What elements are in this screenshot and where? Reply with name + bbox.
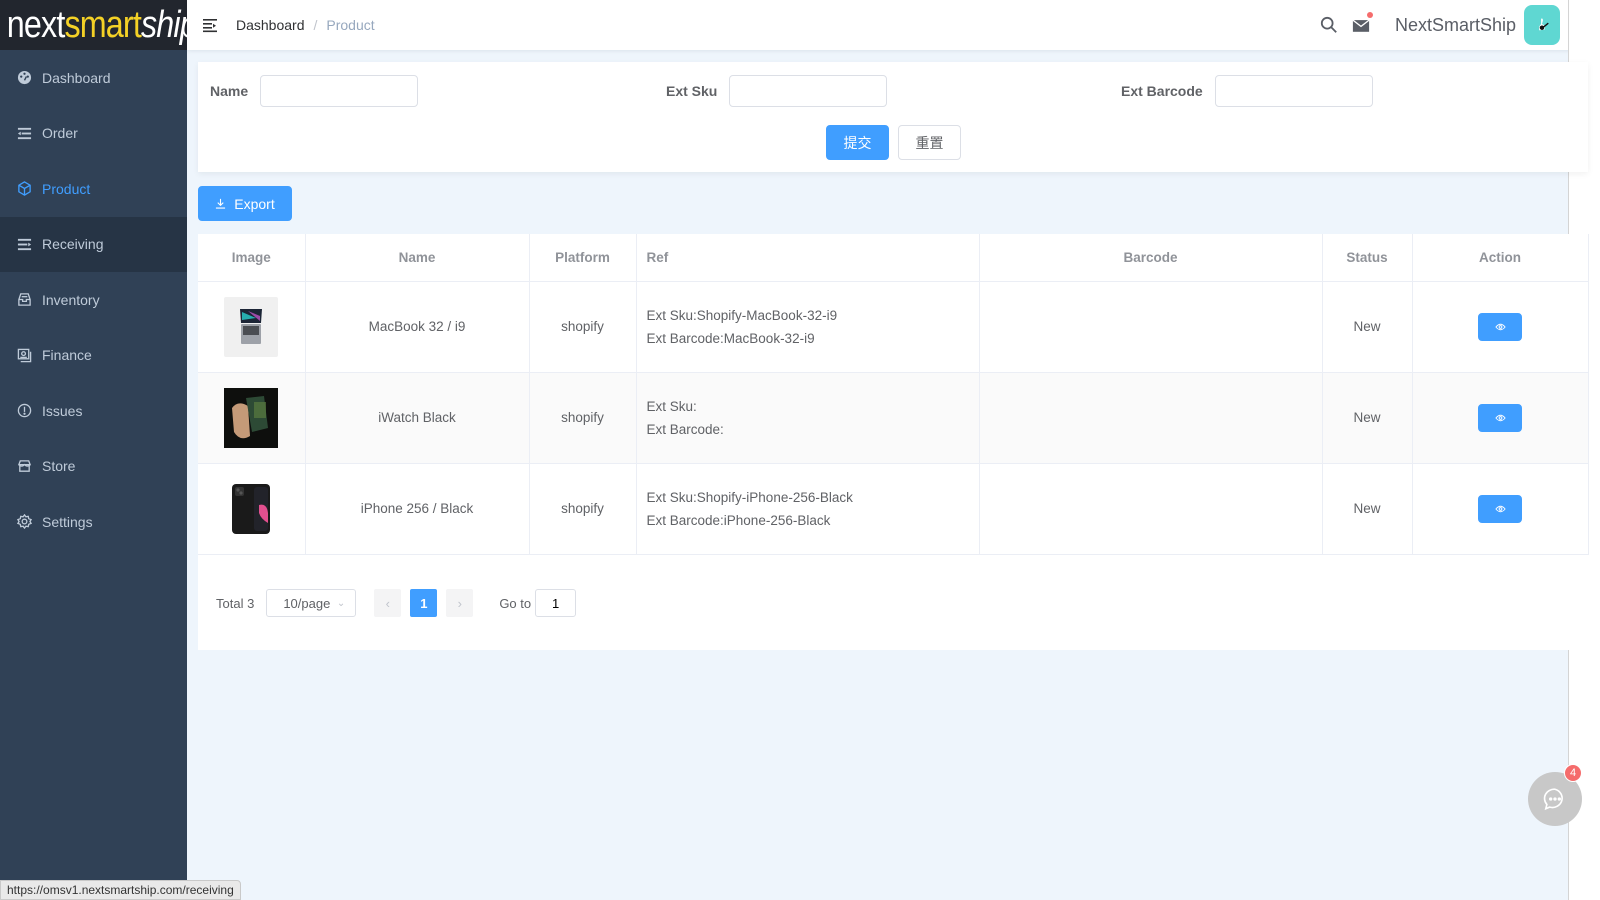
username[interactable]: NextSmartShip (1395, 15, 1516, 36)
table-row: iPhone 256 / Black shopify Ext Sku:Shopi… (198, 463, 1588, 554)
column-header-platform: Platform (529, 234, 636, 281)
column-header-action: Action (1412, 234, 1588, 281)
next-page-button[interactable]: › (446, 589, 473, 617)
sidebar-item-finance[interactable]: Finance (0, 328, 187, 384)
product-name: iPhone 256 / Black (305, 463, 529, 554)
chevron-down-icon: ⌄ (337, 598, 345, 609)
table-row: iWatch Black shopify Ext Sku: Ext Barcod… (198, 372, 1588, 463)
ext-barcode-field: Ext Barcode (1121, 75, 1373, 107)
notification-dot (1367, 12, 1373, 18)
view-button[interactable] (1478, 404, 1522, 432)
column-header-barcode: Barcode (979, 234, 1322, 281)
chat-bubble-icon (1542, 786, 1568, 812)
prev-page-button[interactable]: ‹ (374, 589, 401, 617)
sidebar-item-inventory[interactable]: Inventory (0, 272, 187, 328)
inventory-icon (16, 292, 32, 308)
link-status-bar: https://omsv1.nextsmartship.com/receivin… (0, 880, 241, 900)
product-table-card: Image Name Platform Ref Barcode Status A… (198, 234, 1588, 650)
order-icon (16, 125, 32, 141)
product-barcode (979, 372, 1322, 463)
download-icon (215, 198, 226, 209)
ext-barcode-input[interactable] (1215, 75, 1373, 107)
view-button[interactable] (1478, 313, 1522, 341)
receiving-icon (16, 236, 32, 252)
navbar-right: NextSmartShip (1319, 0, 1560, 50)
reset-button[interactable]: 重置 (898, 125, 961, 160)
product-barcode (979, 281, 1322, 372)
name-field: Name (210, 75, 418, 107)
column-header-status: Status (1322, 234, 1412, 281)
product-status: New (1322, 281, 1412, 372)
name-label: Name (210, 83, 248, 99)
mail-icon[interactable] (1351, 15, 1371, 35)
name-input[interactable] (260, 75, 418, 107)
eye-icon (1495, 323, 1506, 331)
eye-icon (1495, 414, 1506, 422)
goto-page-input[interactable] (535, 589, 576, 617)
sidebar-item-settings[interactable]: Settings (0, 494, 187, 550)
sidebar-item-dashboard[interactable]: Dashboard (0, 50, 187, 106)
breadcrumb-product: Product (326, 17, 374, 33)
ext-barcode-label: Ext Barcode (1121, 83, 1203, 99)
sidebar-item-order[interactable]: Order (0, 106, 187, 162)
product-status: New (1322, 372, 1412, 463)
product-ref: Ext Sku:Shopify-MacBook-32-i9 Ext Barcod… (636, 281, 979, 372)
dashboard-icon (16, 70, 32, 86)
ext-sku-label: Ext Sku (666, 83, 717, 99)
column-header-image: Image (198, 234, 305, 281)
table-header-row: Image Name Platform Ref Barcode Status A… (198, 234, 1588, 281)
iwatch-thumbnail[interactable] (224, 388, 278, 448)
iphone-thumbnail[interactable] (224, 479, 278, 539)
store-icon (16, 458, 32, 474)
hamburger-menu-icon[interactable] (202, 17, 218, 33)
column-header-name: Name (305, 234, 529, 281)
breadcrumb-separator: / (314, 17, 318, 33)
page-size-select[interactable]: 10/page ⌄ (266, 589, 356, 617)
export-button[interactable]: Export (198, 186, 292, 221)
product-platform: shopify (529, 281, 636, 372)
product-status: New (1322, 463, 1412, 554)
chat-button[interactable]: 4 (1528, 772, 1582, 826)
product-platform: shopify (529, 372, 636, 463)
sidebar-item-product[interactable]: Product (0, 161, 187, 217)
breadcrumb: Dashboard / Product (236, 17, 375, 33)
pagination-total: Total 3 (216, 596, 254, 611)
eye-icon (1495, 505, 1506, 513)
breadcrumb-dashboard[interactable]: Dashboard (236, 17, 305, 33)
chat-unread-badge: 4 (1564, 764, 1582, 782)
app-logo[interactable]: nextsmartship (0, 0, 187, 50)
page-number-1[interactable]: 1 (410, 589, 437, 617)
table-row: MacBook 32 / i9 shopify Ext Sku:Shopify-… (198, 281, 1588, 372)
issues-icon (16, 403, 32, 419)
product-ref: Ext Sku:Shopify-iPhone-256-Black Ext Bar… (636, 463, 979, 554)
sidebar-menu: Dashboard Order Product Receiving Invent… (0, 50, 187, 550)
product-barcode (979, 463, 1322, 554)
column-header-ref: Ref (636, 234, 979, 281)
sidebar-item-issues[interactable]: Issues (0, 383, 187, 439)
macbook-thumbnail[interactable] (224, 297, 278, 357)
product-ref: Ext Sku: Ext Barcode: (636, 372, 979, 463)
ext-sku-field: Ext Sku (666, 75, 887, 107)
top-navbar: Dashboard / Product NextSmartShip (187, 0, 1600, 50)
submit-button[interactable]: 提交 (826, 125, 889, 160)
ext-sku-input[interactable] (729, 75, 887, 107)
pagination: Total 3 10/page ⌄ ‹ 1 › Go to (216, 589, 576, 617)
product-table: Image Name Platform Ref Barcode Status A… (198, 234, 1589, 555)
product-name: MacBook 32 / i9 (305, 281, 529, 372)
filter-form: Name Ext Sku Ext Barcode 提交 重置 (198, 62, 1588, 172)
product-name: iWatch Black (305, 372, 529, 463)
product-platform: shopify (529, 463, 636, 554)
product-icon (16, 181, 32, 197)
sidebar: nextsmartship Dashboard Order Product Re… (0, 0, 187, 900)
finance-icon (16, 347, 32, 363)
settings-icon (16, 514, 32, 530)
search-icon[interactable] (1319, 15, 1339, 35)
view-button[interactable] (1478, 495, 1522, 523)
user-avatar[interactable] (1524, 5, 1560, 45)
goto-label: Go to (499, 596, 531, 611)
sidebar-item-store[interactable]: Store (0, 439, 187, 495)
sidebar-item-receiving[interactable]: Receiving (0, 217, 187, 273)
